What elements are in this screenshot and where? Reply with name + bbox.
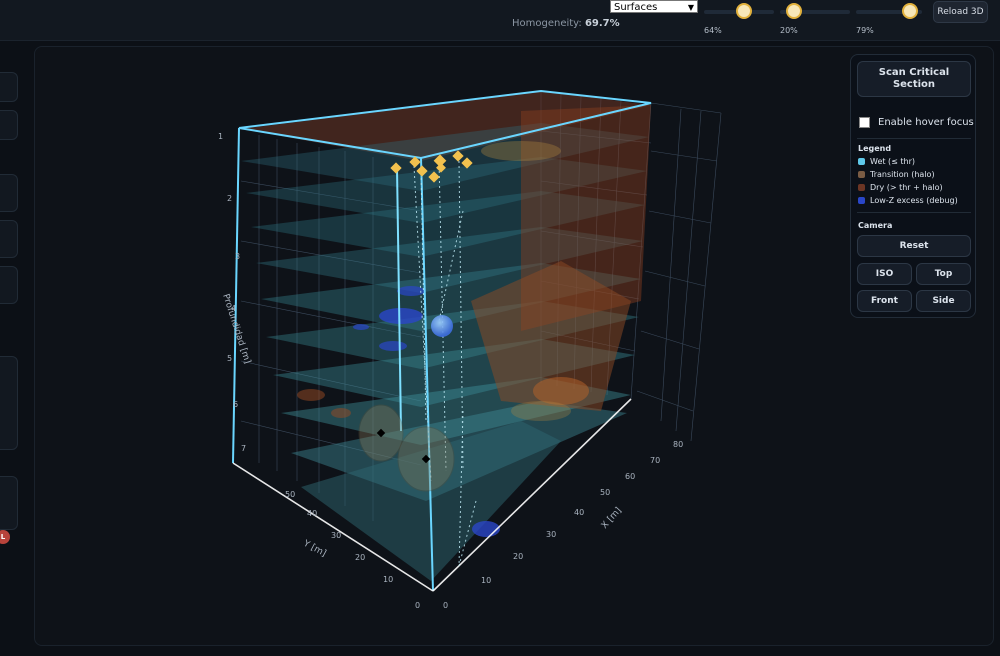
legend-item-wet: Wet (≤ thr) — [858, 157, 915, 166]
render-mode-select[interactable]: Surfaces ▼ — [610, 0, 698, 13]
homogeneity-value: 69.7% — [584, 18, 620, 29]
reload-3d-button[interactable]: Reload 3D — [933, 1, 988, 23]
legend-title: Legend — [858, 144, 892, 153]
x-axis-label: X [m] — [600, 506, 624, 531]
render-mode-value: Surfaces — [614, 2, 658, 13]
opacity-slider[interactable] — [856, 3, 922, 19]
control-panel: Scan Critical Section Enable hover focus… — [850, 54, 976, 318]
legend-label: Dry (> thr + halo) — [870, 183, 943, 192]
legend-label: Wet (≤ thr) — [870, 157, 916, 166]
x-tick: 30 — [546, 530, 556, 539]
z-tick: 3 — [235, 252, 240, 261]
camera-iso-button[interactable]: ISO — [857, 263, 912, 285]
hover-focus-checkbox[interactable] — [859, 117, 870, 128]
slider-thumb[interactable] — [786, 3, 802, 19]
chevron-down-icon: ▼ — [687, 3, 694, 12]
homogeneity-readout: Homogeneity: 69.7% — [512, 18, 620, 29]
camera-top-button[interactable]: Top — [916, 263, 971, 285]
hover-focus-label: Enable hover focus — [878, 117, 974, 128]
z-tick: 5 — [227, 354, 232, 363]
hover-focus-toggle[interactable]: Enable hover focus — [859, 117, 974, 128]
legend-item-dry: Dry (> thr + halo) — [858, 183, 943, 192]
threshold-slider-value: 64% — [704, 26, 722, 35]
y-tick: 40 — [307, 509, 317, 518]
x-tick: 50 — [600, 488, 610, 497]
legend-swatch — [858, 158, 865, 165]
x-tick: 20 — [513, 552, 523, 561]
halo-slider-value: 20% — [780, 26, 798, 35]
y-tick: 20 — [355, 553, 365, 562]
camera-front-button[interactable]: Front — [857, 290, 912, 312]
legend-item-low-z: Low-Z excess (debug) — [858, 196, 958, 205]
camera-title: Camera — [858, 221, 893, 230]
legend-swatch — [858, 171, 865, 178]
legend-swatch — [858, 184, 865, 191]
x-tick: 80 — [673, 440, 683, 449]
y-tick: 0 — [415, 601, 420, 610]
camera-reset-button[interactable]: Reset — [857, 235, 971, 257]
z-tick: 2 — [227, 194, 232, 203]
divider — [857, 212, 971, 213]
legend-label: Low-Z excess (debug) — [870, 196, 958, 205]
x-tick: 10 — [481, 576, 491, 585]
left-sidebar: L — [0, 44, 24, 644]
slider-thumb[interactable] — [736, 3, 752, 19]
y-tick: 10 — [383, 575, 393, 584]
sidebar-card[interactable] — [0, 266, 18, 304]
z-tick: 1 — [218, 132, 223, 141]
x-tick: 0 — [443, 601, 448, 610]
legend-item-transition: Transition (halo) — [858, 170, 935, 179]
sidebar-card[interactable] — [0, 174, 18, 212]
legend-swatch — [858, 197, 865, 204]
x-tick: 70 — [650, 456, 660, 465]
y-axis-label: Y [m] — [301, 538, 328, 559]
sidebar-card[interactable] — [0, 356, 18, 450]
sidebar-card[interactable] — [0, 110, 18, 140]
x-tick: 40 — [574, 508, 584, 517]
scan-critical-section-button[interactable]: Scan Critical Section — [857, 61, 971, 97]
z-tick: 7 — [241, 444, 246, 453]
y-tick: 30 — [331, 531, 341, 540]
legend-label: Transition (halo) — [870, 170, 935, 179]
sidebar-card[interactable] — [0, 476, 18, 530]
halo-slider[interactable] — [780, 3, 850, 19]
x-tick: 60 — [625, 472, 635, 481]
slider-thumb[interactable] — [902, 3, 918, 19]
divider — [857, 138, 971, 139]
camera-side-button[interactable]: Side — [916, 290, 971, 312]
y-tick: 50 — [285, 490, 295, 499]
z-tick: 6 — [233, 400, 238, 409]
sidebar-card[interactable] — [0, 220, 18, 258]
threshold-slider[interactable] — [704, 3, 774, 19]
homogeneity-label: Homogeneity: — [512, 18, 582, 29]
sidebar-card[interactable] — [0, 72, 18, 102]
status-badge: L — [0, 530, 10, 544]
top-toolbar: Homogeneity: 69.7% Surfaces ▼ 64% 20% 79… — [0, 0, 1000, 41]
opacity-slider-value: 79% — [856, 26, 874, 35]
